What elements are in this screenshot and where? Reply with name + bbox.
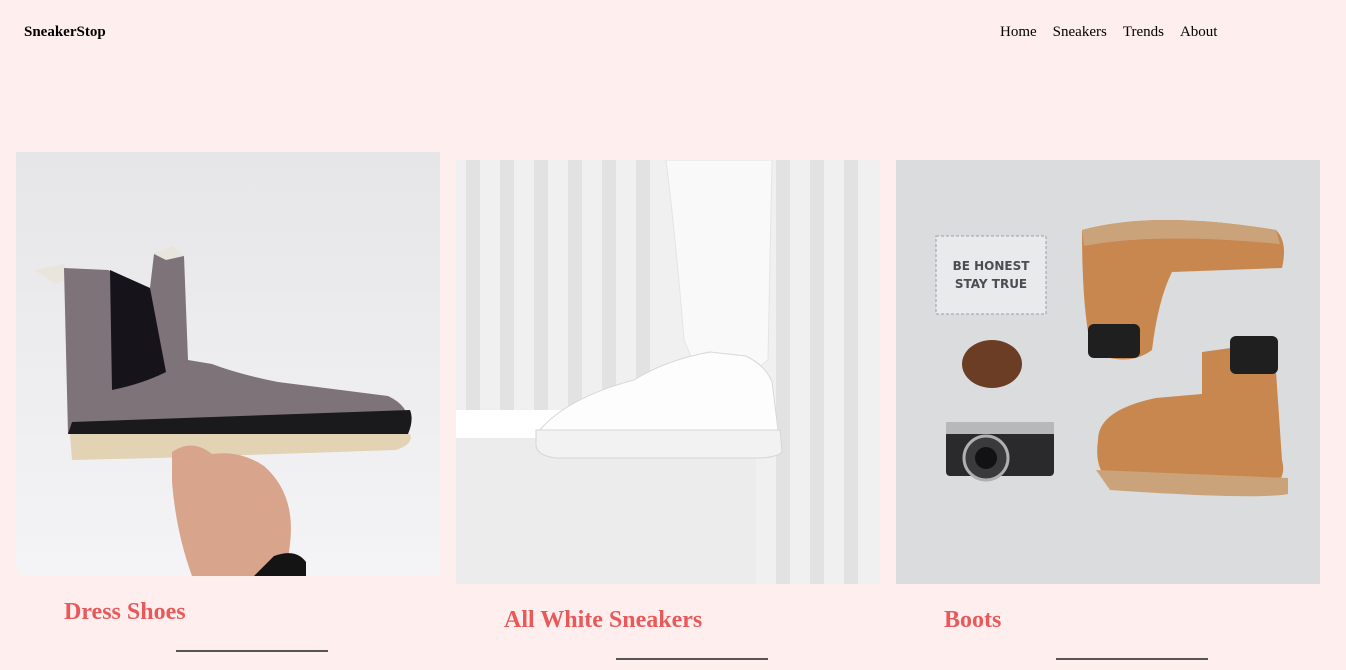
card-title[interactable]: All White Sneakers [504,607,702,634]
nav-trends[interactable]: Trends [1123,24,1164,41]
boots-photo[interactable]: BE HONEST STAY TRUE [896,160,1320,584]
title-underline [176,650,328,652]
title-underline [1056,658,1208,660]
card-title[interactable]: Boots [944,607,1001,634]
category-card-dress-shoes[interactable]: Dress Shoes [16,152,440,652]
sign-line-1: BE HONEST [953,259,1031,273]
all-white-sneakers-photo[interactable] [456,160,880,584]
category-card-boots[interactable]: BE HONEST STAY TRUE Boots [896,160,1320,660]
title-underline [616,658,768,660]
nav-about[interactable]: About [1180,24,1218,41]
sign-card: BE HONEST STAY TRUE [935,235,1047,315]
brand-logo[interactable]: SneakerStop [24,24,106,41]
card-title[interactable]: Dress Shoes [64,599,186,626]
category-card-all-white-sneakers[interactable]: All White Sneakers [456,160,880,660]
nav-sneakers[interactable]: Sneakers [1053,24,1107,41]
nav-home[interactable]: Home [1000,24,1037,41]
dress-shoes-photo[interactable] [16,152,440,576]
main-nav: Home Sneakers Trends About [1000,24,1217,41]
sign-line-2: STAY TRUE [955,277,1027,291]
